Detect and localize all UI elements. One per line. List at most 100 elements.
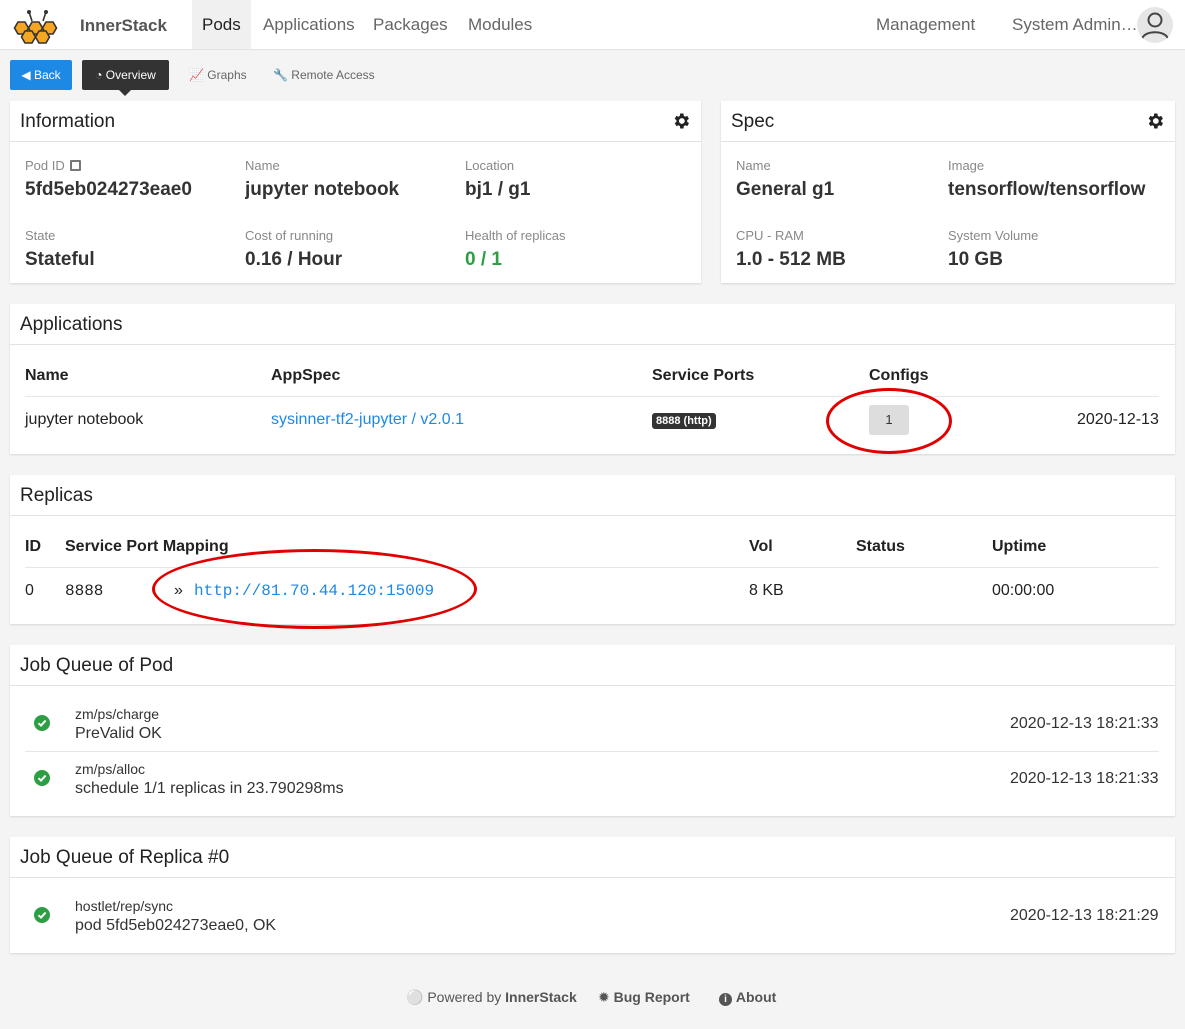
job-queue-replica-panel: Job Queue of Replica #0 hostlet/rep/sync…	[10, 837, 1175, 953]
job-message: schedule 1/1 replicas in 23.790298ms	[75, 780, 344, 797]
tab-overview[interactable]: ◔ Overview	[82, 60, 169, 96]
user-avatar-icon[interactable]	[1137, 7, 1173, 43]
location-label: Location	[465, 158, 515, 173]
pod-id-value: 5fd5eb024273eae0	[25, 179, 192, 200]
col-id: ID	[25, 538, 41, 555]
col-configs: Configs	[869, 367, 929, 384]
image-label: Image	[948, 158, 985, 173]
health-value: 0 / 1	[465, 249, 502, 270]
nav-packages[interactable]: Packages	[363, 0, 458, 49]
job-queue-pod-header: Job Queue of Pod	[10, 645, 1175, 686]
replica-vol: 8 KB	[749, 582, 784, 599]
chart-icon: 📈	[189, 68, 204, 82]
job-queue-replica-header: Job Queue of Replica #0	[10, 837, 1175, 878]
information-panel: Information Pod ID 5fd5eb024273eae0 Name…	[10, 101, 701, 283]
job-time: 2020-12-13 18:21:29	[1010, 907, 1159, 924]
job-message: PreValid OK	[75, 725, 162, 742]
tab-graphs[interactable]: 📈 Graphs	[189, 60, 247, 90]
job-queue-pod-panel: Job Queue of Pod zm/ps/charge PreValid O…	[10, 645, 1175, 816]
powered-by: ⚪ Powered by InnerStack	[406, 989, 577, 1005]
divider	[25, 751, 1159, 752]
check-circle-icon	[34, 715, 50, 731]
app-date: 2020-12-13	[1077, 411, 1159, 428]
name-label: Name	[245, 158, 280, 173]
nav-applications[interactable]: Applications	[253, 0, 365, 49]
panel-title: Replicas	[20, 485, 93, 506]
replica-uptime: 00:00:00	[992, 582, 1055, 599]
spec-name-label: Name	[736, 158, 771, 173]
nav-management[interactable]: Management	[866, 0, 985, 49]
app-name: jupyter notebook	[25, 411, 144, 428]
tab-remote-access[interactable]: 🔧 Remote Access	[273, 60, 375, 90]
health-label: Health of replicas	[465, 228, 566, 243]
applications-panel: Applications Name AppSpec Service Ports …	[10, 304, 1175, 454]
dashboard-icon: ◔	[95, 68, 103, 82]
replica-url-link[interactable]: http://81.70.44.120:15009	[194, 582, 434, 600]
bug-report-link[interactable]: ✹ Bug Report	[598, 989, 690, 1006]
information-header: Information	[10, 101, 701, 142]
state-label: State	[25, 228, 56, 243]
replica-id: 0	[25, 582, 34, 599]
gear-icon[interactable]	[671, 111, 691, 131]
cost-value: 0.16 / Hour	[245, 249, 343, 270]
back-arrow-icon: ◀	[21, 68, 31, 82]
col-status: Status	[856, 538, 905, 555]
ribbon-icon: ⚪	[406, 989, 424, 1005]
panel-title: Job Queue of Pod	[20, 655, 174, 676]
col-appspec: AppSpec	[271, 367, 341, 384]
copy-icon[interactable]	[70, 160, 82, 171]
col-uptime: Uptime	[992, 538, 1047, 555]
check-circle-icon	[34, 907, 50, 923]
back-button[interactable]: ◀ Back	[10, 60, 72, 90]
configs-button[interactable]: 1	[869, 405, 909, 435]
cpu-ram-label: CPU - RAM	[736, 228, 804, 243]
panel-title: Applications	[20, 314, 123, 335]
gear-icon[interactable]	[1145, 111, 1165, 131]
cpu-ram-value: 1.0 - 512 MB	[736, 249, 846, 270]
about-link[interactable]: i About	[719, 989, 776, 1006]
nav-modules[interactable]: Modules	[458, 0, 542, 49]
brand-name[interactable]: InnerStack	[80, 16, 167, 36]
col-vol: Vol	[749, 538, 773, 555]
bug-icon: ✹	[598, 989, 610, 1005]
service-port-badge: 8888 (http)	[652, 413, 716, 429]
innerstack-logo-icon[interactable]	[12, 8, 64, 44]
spec-panel: Spec Name General g1 Image tensorflow/te…	[721, 101, 1175, 283]
system-volume-value: 10 GB	[948, 249, 1003, 270]
cost-label: Cost of running	[245, 228, 334, 243]
image-value: tensorflow/tensorflow	[948, 179, 1146, 200]
nav-pods[interactable]: Pods	[192, 0, 251, 49]
spec-name-value: General g1	[736, 179, 835, 200]
state-value: Stateful	[25, 249, 95, 270]
spec-header: Spec	[721, 101, 1175, 142]
top-navbar: InnerStack Pods Applications Packages Mo…	[0, 0, 1185, 50]
job-name: zm/ps/alloc	[75, 761, 146, 777]
job-time: 2020-12-13 18:21:33	[1010, 715, 1159, 732]
applications-header: Applications	[10, 304, 1175, 345]
location-value: bj1 / g1	[465, 179, 531, 200]
col-port-mapping: Service Port Mapping	[65, 538, 229, 555]
name-value: jupyter notebook	[245, 179, 400, 200]
pod-id-label: Pod ID	[25, 158, 82, 173]
appspec-link[interactable]: sysinner-tf2-jupyter / v2.0.1	[271, 411, 464, 429]
wrench-icon: 🔧	[273, 68, 288, 82]
job-name: hostlet/rep/sync	[75, 898, 174, 914]
footer-brand[interactable]: InnerStack	[505, 989, 577, 1005]
job-name: zm/ps/charge	[75, 706, 160, 722]
panel-title: Job Queue of Replica #0	[20, 847, 230, 868]
check-circle-icon	[34, 770, 50, 786]
panel-title: Spec	[731, 111, 775, 132]
job-time: 2020-12-13 18:21:33	[1010, 770, 1159, 787]
divider	[25, 396, 1159, 397]
info-icon: i	[719, 993, 732, 1006]
col-name: Name	[25, 367, 69, 384]
divider	[25, 567, 1159, 568]
col-service-ports: Service Ports	[652, 367, 755, 384]
job-message: pod 5fd5eb024273eae0, OK	[75, 917, 277, 934]
panel-title: Information	[20, 111, 116, 132]
nav-user-menu[interactable]: System Admin…	[1002, 0, 1148, 49]
mapping-arrow: »	[174, 582, 183, 599]
replicas-header: Replicas	[10, 475, 1175, 516]
replicas-panel: Replicas ID Service Port Mapping Vol Sta…	[10, 475, 1175, 629]
system-volume-label: System Volume	[948, 228, 1039, 243]
